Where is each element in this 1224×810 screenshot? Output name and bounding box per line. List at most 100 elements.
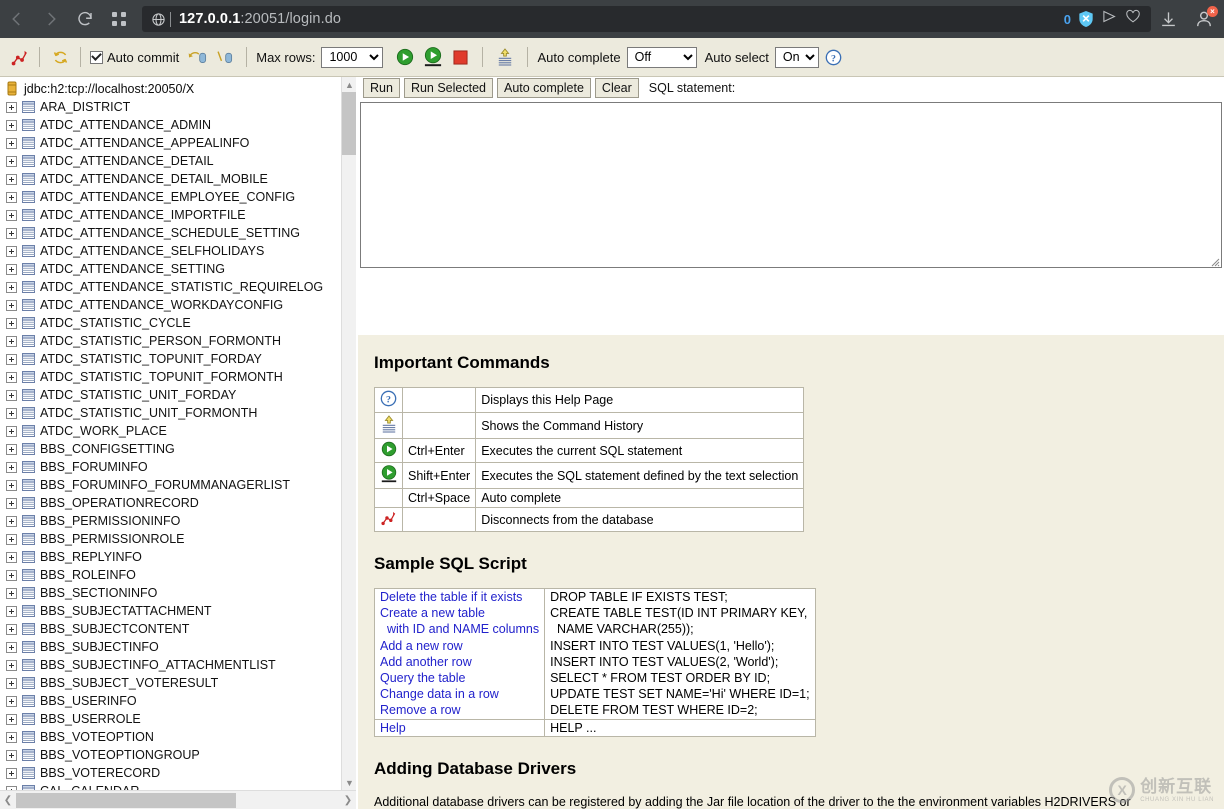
refresh-icon[interactable]: [49, 49, 71, 66]
tree-item[interactable]: ATDC_STATISTIC_TOPUNIT_FORDAY: [0, 350, 340, 368]
tree-item[interactable]: ARA_DISTRICT: [0, 98, 340, 116]
tree-vertical-scrollbar[interactable]: ▲ ▼: [341, 77, 356, 790]
plus-box-icon[interactable]: [6, 156, 17, 167]
heart-icon[interactable]: [1125, 9, 1141, 29]
auto-select-select[interactable]: On: [775, 47, 819, 68]
plus-box-icon[interactable]: [6, 426, 17, 437]
plus-box-icon[interactable]: [6, 102, 17, 113]
sql-statement-input[interactable]: [360, 102, 1222, 268]
plus-box-icon[interactable]: [6, 300, 17, 311]
plus-box-icon[interactable]: [6, 552, 17, 563]
plus-box-icon[interactable]: [6, 174, 17, 185]
scroll-up-arrow-icon[interactable]: ▲: [342, 77, 357, 92]
run-button[interactable]: Run: [363, 78, 400, 98]
plus-box-icon[interactable]: [6, 480, 17, 491]
tree-item[interactable]: BBS_SUBJECTINFO_ATTACHMENTLIST: [0, 656, 340, 674]
address-bar[interactable]: 127.0.0.1:20051/login.do 0: [142, 6, 1151, 32]
plus-box-icon[interactable]: [6, 120, 17, 131]
tree-item[interactable]: BBS_PERMISSIONINFO: [0, 512, 340, 530]
profile-button[interactable]: ×: [1194, 9, 1214, 29]
run-selected-icon[interactable]: [419, 47, 447, 67]
tree-item[interactable]: BBS_CONFIGSETTING: [0, 440, 340, 458]
plus-box-icon[interactable]: [6, 534, 17, 545]
plus-box-icon[interactable]: [6, 588, 17, 599]
tree-item[interactable]: ATDC_ATTENDANCE_WORKDAYCONFIG: [0, 296, 340, 314]
tree-item[interactable]: BBS_ROLEINFO: [0, 566, 340, 584]
tree-item[interactable]: BBS_REPLYINFO: [0, 548, 340, 566]
clear-button[interactable]: Clear: [595, 78, 639, 98]
tree-item[interactable]: ATDC_STATISTIC_UNIT_FORDAY: [0, 386, 340, 404]
plus-box-icon[interactable]: [6, 228, 17, 239]
plus-box-icon[interactable]: [6, 318, 17, 329]
tree-item[interactable]: BBS_VOTERECORD: [0, 764, 340, 782]
plus-box-icon[interactable]: [6, 606, 17, 617]
tree-item[interactable]: ATDC_STATISTIC_UNIT_FORMONTH: [0, 404, 340, 422]
tree-item[interactable]: ATDC_WORK_PLACE: [0, 422, 340, 440]
tree-item[interactable]: BBS_SECTIONINFO: [0, 584, 340, 602]
tree-item[interactable]: BBS_SUBJECTATTACHMENT: [0, 602, 340, 620]
plus-box-icon[interactable]: [6, 246, 17, 257]
tree-vscroll-thumb[interactable]: [342, 92, 357, 155]
plus-box-icon[interactable]: [6, 210, 17, 221]
auto-complete-select[interactable]: Off: [627, 47, 697, 68]
auto-commit-checkbox[interactable]: Auto commit: [90, 50, 179, 65]
scroll-right-arrow-icon[interactable]: ❯: [340, 791, 356, 810]
help-question-icon[interactable]: ?: [819, 49, 849, 66]
database-tree-pane[interactable]: jdbc:h2:tcp://localhost:20050/X ARA_DIST…: [0, 77, 340, 790]
plus-box-icon[interactable]: [6, 354, 17, 365]
tree-item[interactable]: ATDC_ATTENDANCE_SETTING: [0, 260, 340, 278]
plus-box-icon[interactable]: [6, 138, 17, 149]
tree-item[interactable]: ATDC_ATTENDANCE_SCHEDULE_SETTING: [0, 224, 340, 242]
tree-item[interactable]: BBS_SUBJECTINFO: [0, 638, 340, 656]
run-selected-button[interactable]: Run Selected: [404, 78, 493, 98]
plus-box-icon[interactable]: [6, 768, 17, 779]
commit-icon[interactable]: [211, 49, 237, 66]
tree-horizontal-scrollbar[interactable]: ❮ ❯: [0, 790, 356, 809]
plus-box-icon[interactable]: [6, 498, 17, 509]
plus-box-icon[interactable]: [6, 570, 17, 581]
send-arrow-icon[interactable]: [1101, 9, 1118, 29]
tree-item[interactable]: ATDC_ATTENDANCE_STATISTIC_REQUIRELOG: [0, 278, 340, 296]
tree-item[interactable]: BBS_VOTEOPTION: [0, 728, 340, 746]
plus-box-icon[interactable]: [6, 714, 17, 725]
tree-item[interactable]: ATDC_ATTENDANCE_EMPLOYEE_CONFIG: [0, 188, 340, 206]
tree-item[interactable]: ATDC_ATTENDANCE_ADMIN: [0, 116, 340, 134]
forward-button[interactable]: [34, 0, 68, 38]
plus-box-icon[interactable]: [6, 660, 17, 671]
tree-item[interactable]: ATDC_ATTENDANCE_IMPORTFILE: [0, 206, 340, 224]
reload-button[interactable]: [68, 0, 102, 38]
tree-item[interactable]: ATDC_ATTENDANCE_DETAIL_MOBILE: [0, 170, 340, 188]
tree-item[interactable]: BBS_FORUMINFO_FORUMMANAGERLIST: [0, 476, 340, 494]
auto-complete-button[interactable]: Auto complete: [497, 78, 591, 98]
plus-box-icon[interactable]: [6, 516, 17, 527]
plus-box-icon[interactable]: [6, 408, 17, 419]
plus-box-icon[interactable]: [6, 696, 17, 707]
back-button[interactable]: [0, 0, 34, 38]
plus-box-icon[interactable]: [6, 732, 17, 743]
command-history-icon[interactable]: [492, 48, 518, 66]
tree-item[interactable]: ATDC_STATISTIC_PERSON_FORMONTH: [0, 332, 340, 350]
tree-item[interactable]: BBS_USERINFO: [0, 692, 340, 710]
plus-box-icon[interactable]: [6, 372, 17, 383]
plus-box-icon[interactable]: [6, 750, 17, 761]
apps-button[interactable]: [102, 0, 136, 38]
plus-box-icon[interactable]: [6, 264, 17, 275]
tree-item[interactable]: BBS_FORUMINFO: [0, 458, 340, 476]
tree-item[interactable]: BBS_SUBJECT_VOTERESULT: [0, 674, 340, 692]
plus-box-icon[interactable]: [6, 462, 17, 473]
shield-block-icon[interactable]: [1078, 10, 1094, 28]
tree-item[interactable]: BBS_PERMISSIONROLE: [0, 530, 340, 548]
tree-item[interactable]: ATDC_STATISTIC_TOPUNIT_FORMONTH: [0, 368, 340, 386]
plus-box-icon[interactable]: [6, 678, 17, 689]
download-button[interactable]: [1159, 10, 1178, 29]
plus-box-icon[interactable]: [6, 624, 17, 635]
tree-root-node[interactable]: jdbc:h2:tcp://localhost:20050/X: [0, 79, 340, 98]
tree-item[interactable]: BBS_SUBJECTCONTENT: [0, 620, 340, 638]
tree-item[interactable]: BBS_VOTEOPTIONGROUP: [0, 746, 340, 764]
tree-item[interactable]: ATDC_ATTENDANCE_DETAIL: [0, 152, 340, 170]
rollback-icon[interactable]: [185, 49, 211, 66]
scroll-down-arrow-icon[interactable]: ▼: [342, 775, 357, 790]
plus-box-icon[interactable]: [6, 282, 17, 293]
plus-box-icon[interactable]: [6, 390, 17, 401]
plus-box-icon[interactable]: [6, 192, 17, 203]
